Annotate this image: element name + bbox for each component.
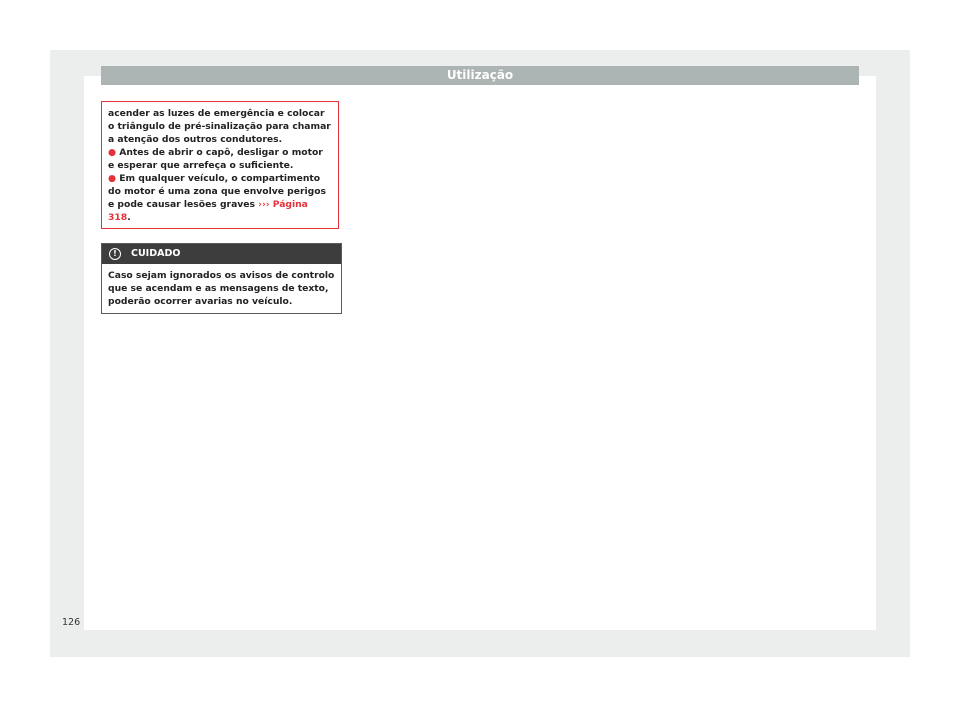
warning-bullet-1-text: Antes de abrir o capô, desligar o motor … (108, 147, 323, 171)
cross-ref-arrows: ››› (258, 199, 270, 210)
bullet-icon: ● (108, 173, 117, 184)
warning-bullet-2: ● Em qualquer veículo, o compartimento d… (108, 172, 332, 224)
caution-header: ! CUIDADO (102, 244, 341, 264)
warning-paragraph: acender as luzes de emergência e colocar… (108, 108, 331, 145)
warning-box: acender as luzes de emergência e colocar… (101, 101, 339, 229)
warning-bullet-1: ● Antes de abrir o capô, desligar o moto… (108, 146, 332, 172)
caution-body: Caso sejam ignorados os avisos de contro… (108, 270, 335, 307)
section-header: Utilização (101, 66, 859, 85)
warning-bullet-2-end: . (127, 212, 131, 223)
exclamation-circle-icon: ! (109, 248, 121, 260)
caution-box: ! CUIDADO Caso sejam ignorados os avisos… (101, 243, 342, 314)
bullet-icon: ● (108, 147, 117, 158)
caution-title: CUIDADO (131, 248, 181, 259)
page-number: 126 (62, 617, 81, 628)
